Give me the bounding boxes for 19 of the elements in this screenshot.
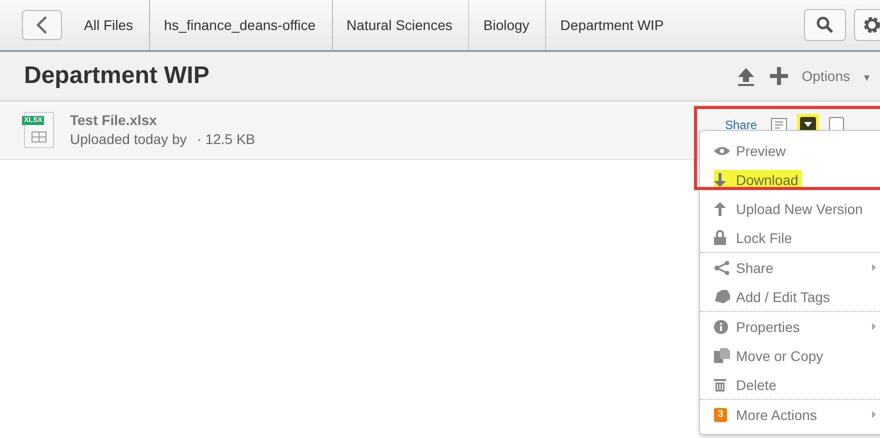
menu-item[interactable]: 3 More Actions — [700, 400, 880, 429]
breadcrumb-item[interactable]: Natural Sciences — [332, 0, 468, 50]
menu-item[interactable]: Add / Edit Tags — [700, 282, 880, 312]
share-link[interactable]: Share — [724, 118, 757, 132]
folder-title: Department WIP — [24, 62, 210, 90]
menu-item[interactable]: Download — [700, 165, 880, 194]
menu-item[interactable]: Preview — [700, 136, 880, 165]
upload-info: Uploaded today by — [70, 131, 187, 147]
menu-item[interactable]: Upload New Version — [700, 194, 880, 223]
file-name-link[interactable]: Test File.xlsx — [70, 112, 256, 128]
menu-item[interactable]: Delete — [700, 370, 880, 400]
menu-item[interactable]: Share — [700, 253, 880, 282]
file-size: · 12.5 KB — [196, 131, 256, 147]
breadcrumb-item[interactable]: Biology — [468, 0, 546, 50]
menu-item[interactable]: Properties — [700, 312, 880, 341]
menu-item[interactable]: Lock File — [700, 223, 880, 253]
menu-item[interactable]: Move or Copy — [700, 341, 880, 370]
count-badge: 3 — [714, 408, 727, 422]
options-button[interactable]: Options ▾ — [802, 68, 870, 84]
